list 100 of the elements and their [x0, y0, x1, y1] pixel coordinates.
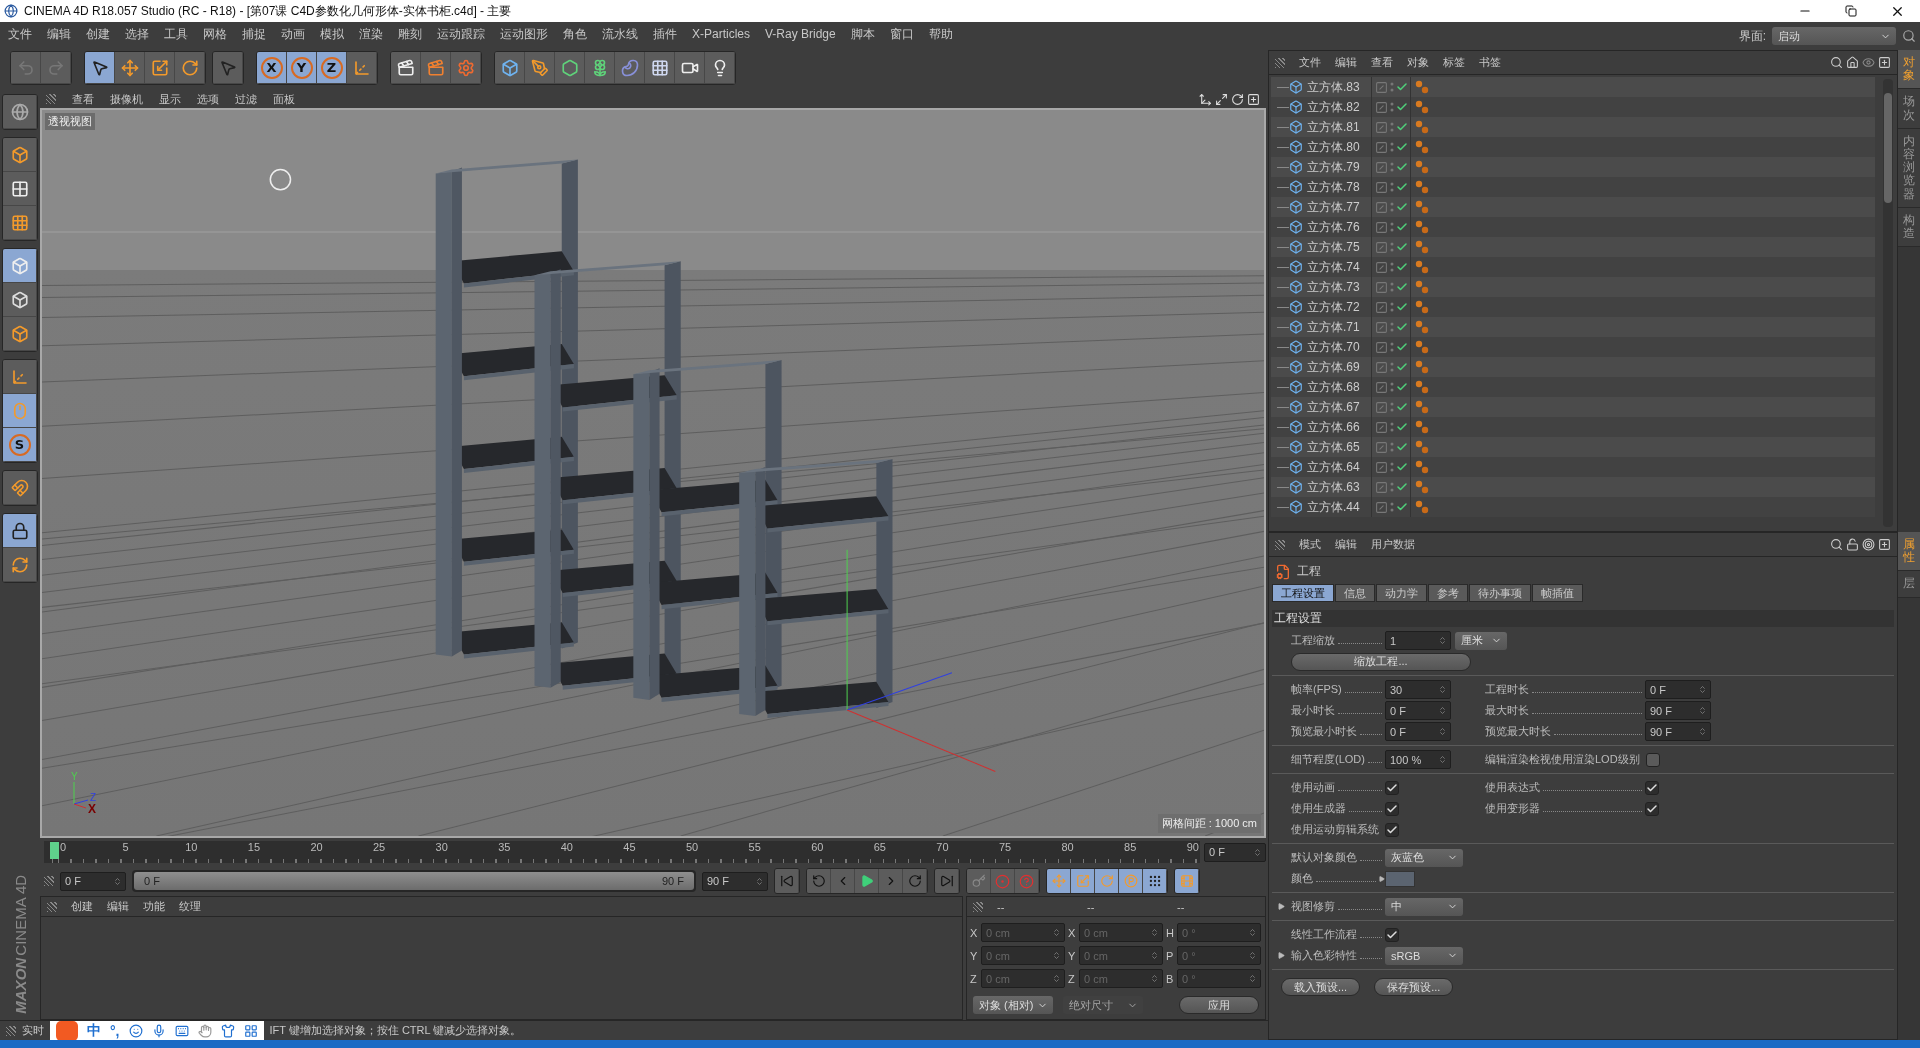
expand-triangle-icon[interactable]: [1278, 952, 1285, 959]
dropdown[interactable]: 中: [1385, 897, 1463, 916]
number-field[interactable]: 90 F: [1645, 701, 1711, 720]
menu-item[interactable]: 用户数据: [1371, 537, 1415, 552]
dropdown[interactable]: 灰蓝色: [1385, 848, 1463, 867]
tab[interactable]: 参考: [1428, 584, 1468, 602]
side-tab[interactable]: 内容浏览器: [1898, 128, 1920, 208]
menu-item[interactable]: 模式: [1299, 537, 1321, 552]
menu-item[interactable]: 插件: [653, 25, 677, 43]
number-field[interactable]: 30: [1385, 680, 1451, 699]
mode-button[interactable]: [3, 360, 37, 394]
mode-button[interactable]: [3, 548, 37, 582]
side-tab[interactable]: 场次: [1898, 89, 1920, 129]
menu-item[interactable]: 过滤: [235, 91, 257, 107]
current-frame-field[interactable]: 0 F: [1204, 842, 1266, 862]
menu-item[interactable]: 文件: [8, 25, 32, 43]
object-row[interactable]: 立方体.70: [1271, 337, 1875, 357]
mode-button[interactable]: S: [3, 428, 37, 462]
menu-item[interactable]: 雕刻: [398, 25, 422, 43]
menu-item[interactable]: 摄像机: [110, 91, 143, 107]
object-row[interactable]: 立方体.72: [1271, 297, 1875, 317]
object-row[interactable]: 立方体.83: [1271, 77, 1875, 97]
menu-item[interactable]: V-Ray Bridge: [765, 27, 836, 41]
dropdown[interactable]: sRGB: [1385, 946, 1463, 965]
key-mode-button[interactable]: [1095, 869, 1119, 893]
object-button[interactable]: [645, 52, 675, 84]
menu-item[interactable]: 编辑: [1335, 537, 1357, 552]
menu-item[interactable]: 编辑: [1335, 55, 1357, 70]
menu-item[interactable]: 工具: [164, 25, 188, 43]
timeline-ruler[interactable]: 0 5 10 15 20 25 30 35 40 45 50 55 60 65 70 75 80 85 90: [44, 841, 1200, 863]
last-frame-button[interactable]: [935, 869, 959, 893]
checkbox[interactable]: [1385, 801, 1399, 816]
menu-item[interactable]: 模拟: [320, 25, 344, 43]
menu-item[interactable]: 运动图形: [500, 25, 548, 43]
scrollbar-thumb[interactable]: [1884, 93, 1892, 203]
object-button[interactable]: [495, 52, 525, 84]
number-field[interactable]: 0 F: [1645, 680, 1711, 699]
layout-dropdown[interactable]: 启动: [1772, 27, 1896, 45]
tool-button[interactable]: [85, 52, 115, 84]
tab[interactable]: 待办事项: [1469, 584, 1531, 602]
previous-key-button[interactable]: [807, 869, 831, 893]
key-button[interactable]: [967, 869, 991, 893]
number-field[interactable]: 0 F: [1385, 701, 1451, 720]
checkbox[interactable]: [1385, 822, 1399, 837]
ime-mode-text[interactable]: °,: [110, 1022, 120, 1039]
number-field[interactable]: 1: [1385, 631, 1451, 650]
object-row[interactable]: 立方体.82: [1271, 97, 1875, 117]
object-row[interactable]: 立方体.44: [1271, 497, 1875, 517]
number-field[interactable]: 100 %: [1385, 750, 1451, 769]
object-row[interactable]: 立方体.81: [1271, 117, 1875, 137]
menu-item[interactable]: 选择: [125, 25, 149, 43]
timeline-button[interactable]: [1175, 869, 1199, 893]
object-row[interactable]: 立方体.65: [1271, 437, 1875, 457]
first-frame-button[interactable]: [775, 869, 799, 893]
object-row[interactable]: 立方体.75: [1271, 237, 1875, 257]
side-tab[interactable]: 属性: [1898, 532, 1920, 572]
menu-item[interactable]: 运动跟踪: [437, 25, 485, 43]
start-frame-field[interactable]: 0 F: [60, 871, 126, 891]
axis-button[interactable]: [347, 52, 377, 84]
end-frame-field[interactable]: 90 F: [702, 871, 768, 891]
menu-item[interactable]: 流水线: [602, 25, 638, 43]
object-button[interactable]: [555, 52, 585, 84]
ime-mode-text[interactable]: 中: [87, 1021, 101, 1040]
menu-item[interactable]: 查看: [72, 91, 94, 107]
menu-item[interactable]: 创建: [86, 25, 110, 43]
object-row[interactable]: 立方体.76: [1271, 217, 1875, 237]
apply-button[interactable]: 应用: [1179, 996, 1259, 1014]
menu-item[interactable]: 捕捉: [242, 25, 266, 43]
mode-button[interactable]: [3, 95, 37, 129]
object-row[interactable]: 立方体.64: [1271, 457, 1875, 477]
menu-item[interactable]: 显示: [159, 91, 181, 107]
menu-item[interactable]: 书签: [1479, 55, 1501, 70]
menu-item[interactable]: 标签: [1443, 55, 1465, 70]
object-row[interactable]: 立方体.69: [1271, 357, 1875, 377]
menu-item[interactable]: 文件: [1299, 55, 1321, 70]
object-row[interactable]: 立方体.71: [1271, 317, 1875, 337]
key-mode-button[interactable]: [1071, 869, 1095, 893]
checkbox[interactable]: [1385, 780, 1399, 795]
tab[interactable]: 动力学: [1376, 584, 1427, 602]
number-field[interactable]: 90 F: [1645, 722, 1711, 741]
object-row[interactable]: 立方体.66: [1271, 417, 1875, 437]
tab[interactable]: 帧插值: [1532, 584, 1583, 602]
key-mode-button[interactable]: [1047, 869, 1071, 893]
menu-item[interactable]: 编辑: [47, 25, 71, 43]
axis-button[interactable]: X: [257, 52, 287, 84]
object-button[interactable]: [525, 52, 555, 84]
menu-item[interactable]: 功能: [143, 899, 165, 914]
object-row[interactable]: 立方体.63: [1271, 477, 1875, 497]
mode-button[interactable]: [3, 172, 37, 206]
mode-button[interactable]: [3, 249, 37, 283]
object-row[interactable]: 立方体.78: [1271, 177, 1875, 197]
mode-button[interactable]: [3, 138, 37, 172]
color-swatch[interactable]: [1385, 870, 1415, 887]
side-tab[interactable]: 构造: [1898, 207, 1920, 248]
object-row[interactable]: 立方体.67: [1271, 397, 1875, 417]
object-row[interactable]: 立方体.74: [1271, 257, 1875, 277]
checkbox[interactable]: [1645, 752, 1660, 767]
number-field[interactable]: 0 F: [1385, 722, 1451, 741]
menu-item[interactable]: 渲染: [359, 25, 383, 43]
checkbox[interactable]: [1645, 780, 1659, 795]
